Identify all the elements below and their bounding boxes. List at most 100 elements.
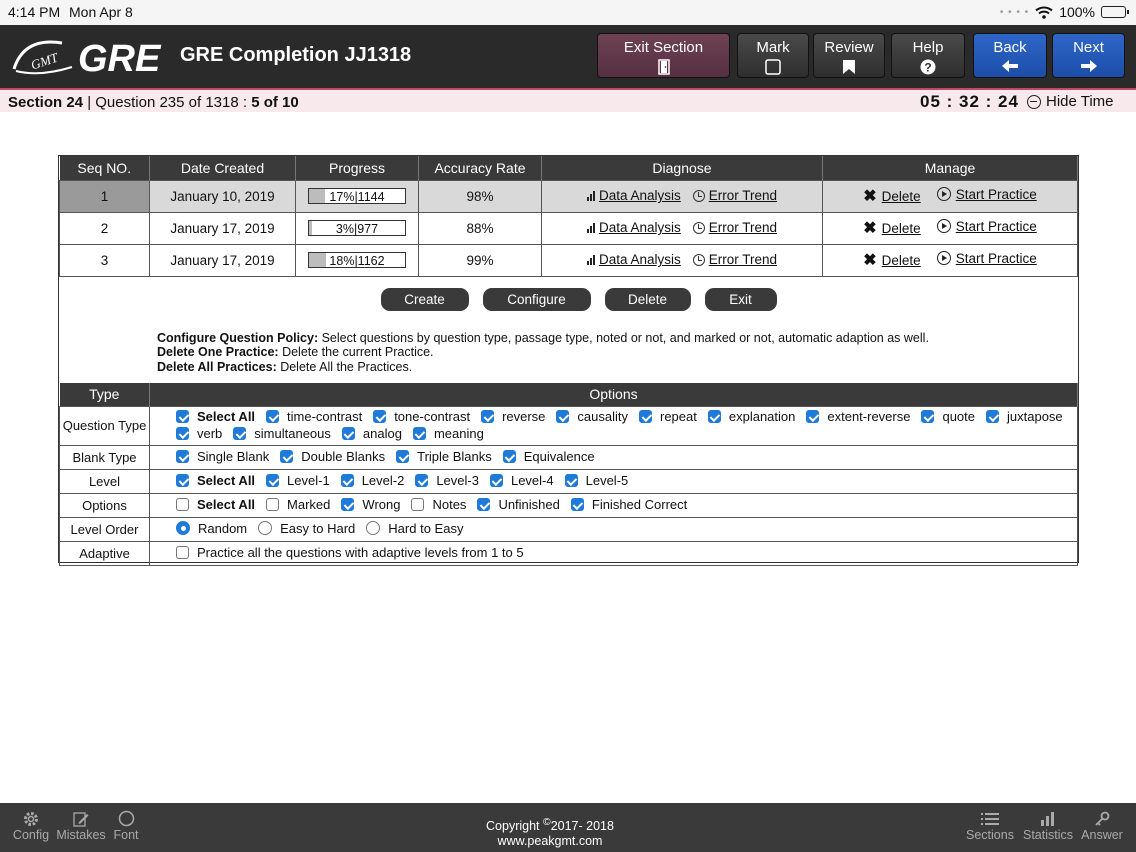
error-trend-link[interactable]: Error Trend bbox=[709, 252, 777, 267]
lv-level-5-checkbox[interactable]: Level-5 bbox=[564, 473, 628, 488]
table-row[interactable]: 1 January 10, 2019 17%|1144 98% Data Ana… bbox=[59, 179, 1078, 213]
delete-link[interactable]: Delete bbox=[882, 221, 921, 236]
op-finished-correct-checkbox[interactable]: Finished Correct bbox=[570, 497, 687, 512]
checkbox-checked-icon bbox=[986, 410, 1000, 423]
arrow-right-icon bbox=[1080, 60, 1097, 72]
start-practice-link[interactable]: Start Practice bbox=[956, 187, 1037, 202]
website-text: www.peakgmt.com bbox=[497, 834, 603, 849]
section-label: Section 24 bbox=[8, 94, 84, 111]
data-analysis-link[interactable]: Data Analysis bbox=[599, 252, 681, 267]
start-practice-link[interactable]: Start Practice bbox=[956, 219, 1037, 234]
bt-triple-blanks-checkbox[interactable]: Triple Blanks bbox=[396, 449, 492, 464]
bt-equivalence-checkbox[interactable]: Equivalence bbox=[502, 449, 595, 464]
qt-quote-checkbox[interactable]: quote bbox=[921, 409, 975, 424]
lv-level-4-checkbox[interactable]: Level-4 bbox=[489, 473, 554, 488]
checkbox-checked-icon bbox=[266, 410, 280, 423]
lv-level-3-checkbox[interactable]: Level-3 bbox=[415, 473, 479, 488]
qt-analog-checkbox[interactable]: analog bbox=[341, 426, 402, 441]
data-analysis-link[interactable]: Data Analysis bbox=[599, 220, 681, 235]
qt-repeat-checkbox[interactable]: repeat bbox=[639, 409, 697, 424]
checkbox-checked-icon bbox=[556, 410, 570, 423]
adaptive-label: Adaptive bbox=[59, 541, 150, 566]
blank-type-row: Blank Type Single Blank Double Blanks Trip… bbox=[59, 445, 1078, 470]
delete-link[interactable]: Delete bbox=[882, 189, 921, 204]
qt-meaning-checkbox[interactable]: meaning bbox=[412, 426, 484, 441]
delete-button[interactable]: Delete bbox=[604, 288, 691, 311]
op-unfinished-checkbox[interactable]: Unfinished bbox=[477, 497, 560, 512]
statistics-button[interactable]: Statistics bbox=[1020, 809, 1076, 842]
error-trend-link[interactable]: Error Trend bbox=[709, 188, 777, 203]
diagnose-cell: Data Analysis Error Trend bbox=[541, 211, 823, 245]
practice-table-header: Seq NO. Date Created Progress Accuracy R… bbox=[59, 156, 1078, 180]
qt-select-all-checkbox[interactable]: Select All bbox=[176, 409, 255, 424]
qt-juxtapose-checkbox[interactable]: juxtapose bbox=[986, 409, 1063, 424]
options-label: Options bbox=[59, 493, 150, 518]
lv-level-1-checkbox[interactable]: Level-1 bbox=[266, 473, 330, 488]
manage-cell: ✖ Delete Start Practice bbox=[822, 243, 1078, 277]
op-marked-checkbox[interactable]: Marked bbox=[266, 497, 330, 512]
key-icon bbox=[1095, 811, 1110, 826]
blank-type-label: Blank Type bbox=[59, 445, 150, 470]
op-notes-checkbox[interactable]: Notes bbox=[411, 497, 466, 512]
start-practice-link[interactable]: Start Practice bbox=[956, 251, 1037, 266]
checkbox-icon bbox=[765, 59, 781, 75]
level-order-row: Level Order Random Easy to Hard Hard to Ea… bbox=[59, 517, 1078, 542]
lv-select-all-checkbox[interactable]: Select All bbox=[176, 473, 255, 488]
progress-text: 3%|977 bbox=[335, 222, 379, 237]
mark-button[interactable]: Mark bbox=[737, 33, 809, 78]
bt-double-blanks-checkbox[interactable]: Double Blanks bbox=[280, 449, 385, 464]
help-button[interactable]: Help ? bbox=[891, 33, 965, 78]
answer-label: Answer bbox=[1081, 828, 1123, 842]
data-analysis-link[interactable]: Data Analysis bbox=[599, 188, 681, 203]
hide-time-button[interactable]: Hide Time bbox=[1027, 93, 1114, 110]
qt-time-contrast-checkbox[interactable]: time-contrast bbox=[266, 409, 362, 424]
exit-section-button[interactable]: Exit Section bbox=[597, 33, 730, 78]
progress-bar: 3%|977 bbox=[308, 220, 406, 237]
qt-causality-checkbox[interactable]: causality bbox=[556, 409, 628, 424]
app-footer: Config Mistakes Font Copyright ©2017- 20… bbox=[0, 803, 1136, 852]
configure-button[interactable]: Configure bbox=[482, 288, 591, 311]
lo-easy-to-hard-radio[interactable]: Easy to Hard bbox=[258, 521, 355, 536]
delete-link[interactable]: Delete bbox=[882, 253, 921, 268]
lo-hard-to-easy-radio[interactable]: Hard to Easy bbox=[366, 521, 463, 536]
error-trend-link[interactable]: Error Trend bbox=[709, 220, 777, 235]
exit-button[interactable]: Exit bbox=[704, 288, 777, 311]
sections-label: Sections bbox=[966, 828, 1014, 842]
checkbox-checked-icon bbox=[415, 474, 429, 487]
checkbox-checked-icon bbox=[280, 450, 294, 463]
level-order-options: Random Easy to Hard Hard to Easy bbox=[149, 517, 1078, 542]
back-button[interactable]: Back bbox=[973, 33, 1047, 78]
history-icon bbox=[692, 253, 705, 266]
next-button[interactable]: Next bbox=[1052, 33, 1125, 78]
checkbox-checked-icon bbox=[564, 474, 578, 487]
table-row[interactable]: 2 January 17, 2019 3%|977 88% Data Analy… bbox=[59, 211, 1078, 245]
create-button[interactable]: Create bbox=[380, 288, 469, 311]
copyright-block: Copyright ©2017- 2018 www.peakgmt.com bbox=[0, 815, 1100, 849]
progress-text: 17%|1144 bbox=[329, 190, 385, 205]
qt-tone-contrast-checkbox[interactable]: tone-contrast bbox=[373, 409, 470, 424]
play-circle-icon bbox=[936, 219, 951, 233]
bt-single-blank-checkbox[interactable]: Single Blank bbox=[176, 449, 269, 464]
lo-random-radio[interactable]: Random bbox=[176, 521, 247, 536]
checkbox-checked-icon bbox=[341, 427, 355, 440]
qt-reverse-checkbox[interactable]: reverse bbox=[481, 409, 545, 424]
op-select-all-checkbox[interactable]: Select All bbox=[176, 497, 255, 512]
checkbox-checked-icon bbox=[233, 427, 247, 440]
checkbox-checked-icon bbox=[176, 427, 189, 440]
qt-verb-checkbox[interactable]: verb bbox=[176, 426, 222, 441]
lv-level-2-checkbox[interactable]: Level-2 bbox=[340, 473, 404, 488]
radio-unselected-icon bbox=[258, 521, 273, 536]
question-type-options: Select All time-contrast tone-contrast reve… bbox=[149, 406, 1078, 446]
action-buttons: Create Configure Delete Exit bbox=[59, 277, 1078, 317]
answer-button[interactable]: Answer bbox=[1078, 809, 1126, 842]
table-row[interactable]: 3 January 17, 2019 18%|1162 99% Data Ana… bbox=[59, 243, 1078, 277]
adaptive-checkbox[interactable]: Practice all the questions with adaptive… bbox=[176, 545, 524, 560]
sections-button[interactable]: Sections bbox=[963, 809, 1017, 842]
qt-explanation-checkbox[interactable]: explanation bbox=[707, 409, 795, 424]
question-type-row: Question Type Select All time-contrast ton… bbox=[59, 406, 1078, 446]
review-button[interactable]: Review bbox=[813, 33, 885, 78]
qt-extent-reverse-checkbox[interactable]: extent-reverse bbox=[806, 409, 910, 424]
qt-simultaneous-checkbox[interactable]: simultaneous bbox=[233, 426, 331, 441]
options-options: Select All Marked Wrong Notes Unfinished Fini… bbox=[149, 493, 1078, 518]
op-wrong-checkbox[interactable]: Wrong bbox=[341, 497, 400, 512]
